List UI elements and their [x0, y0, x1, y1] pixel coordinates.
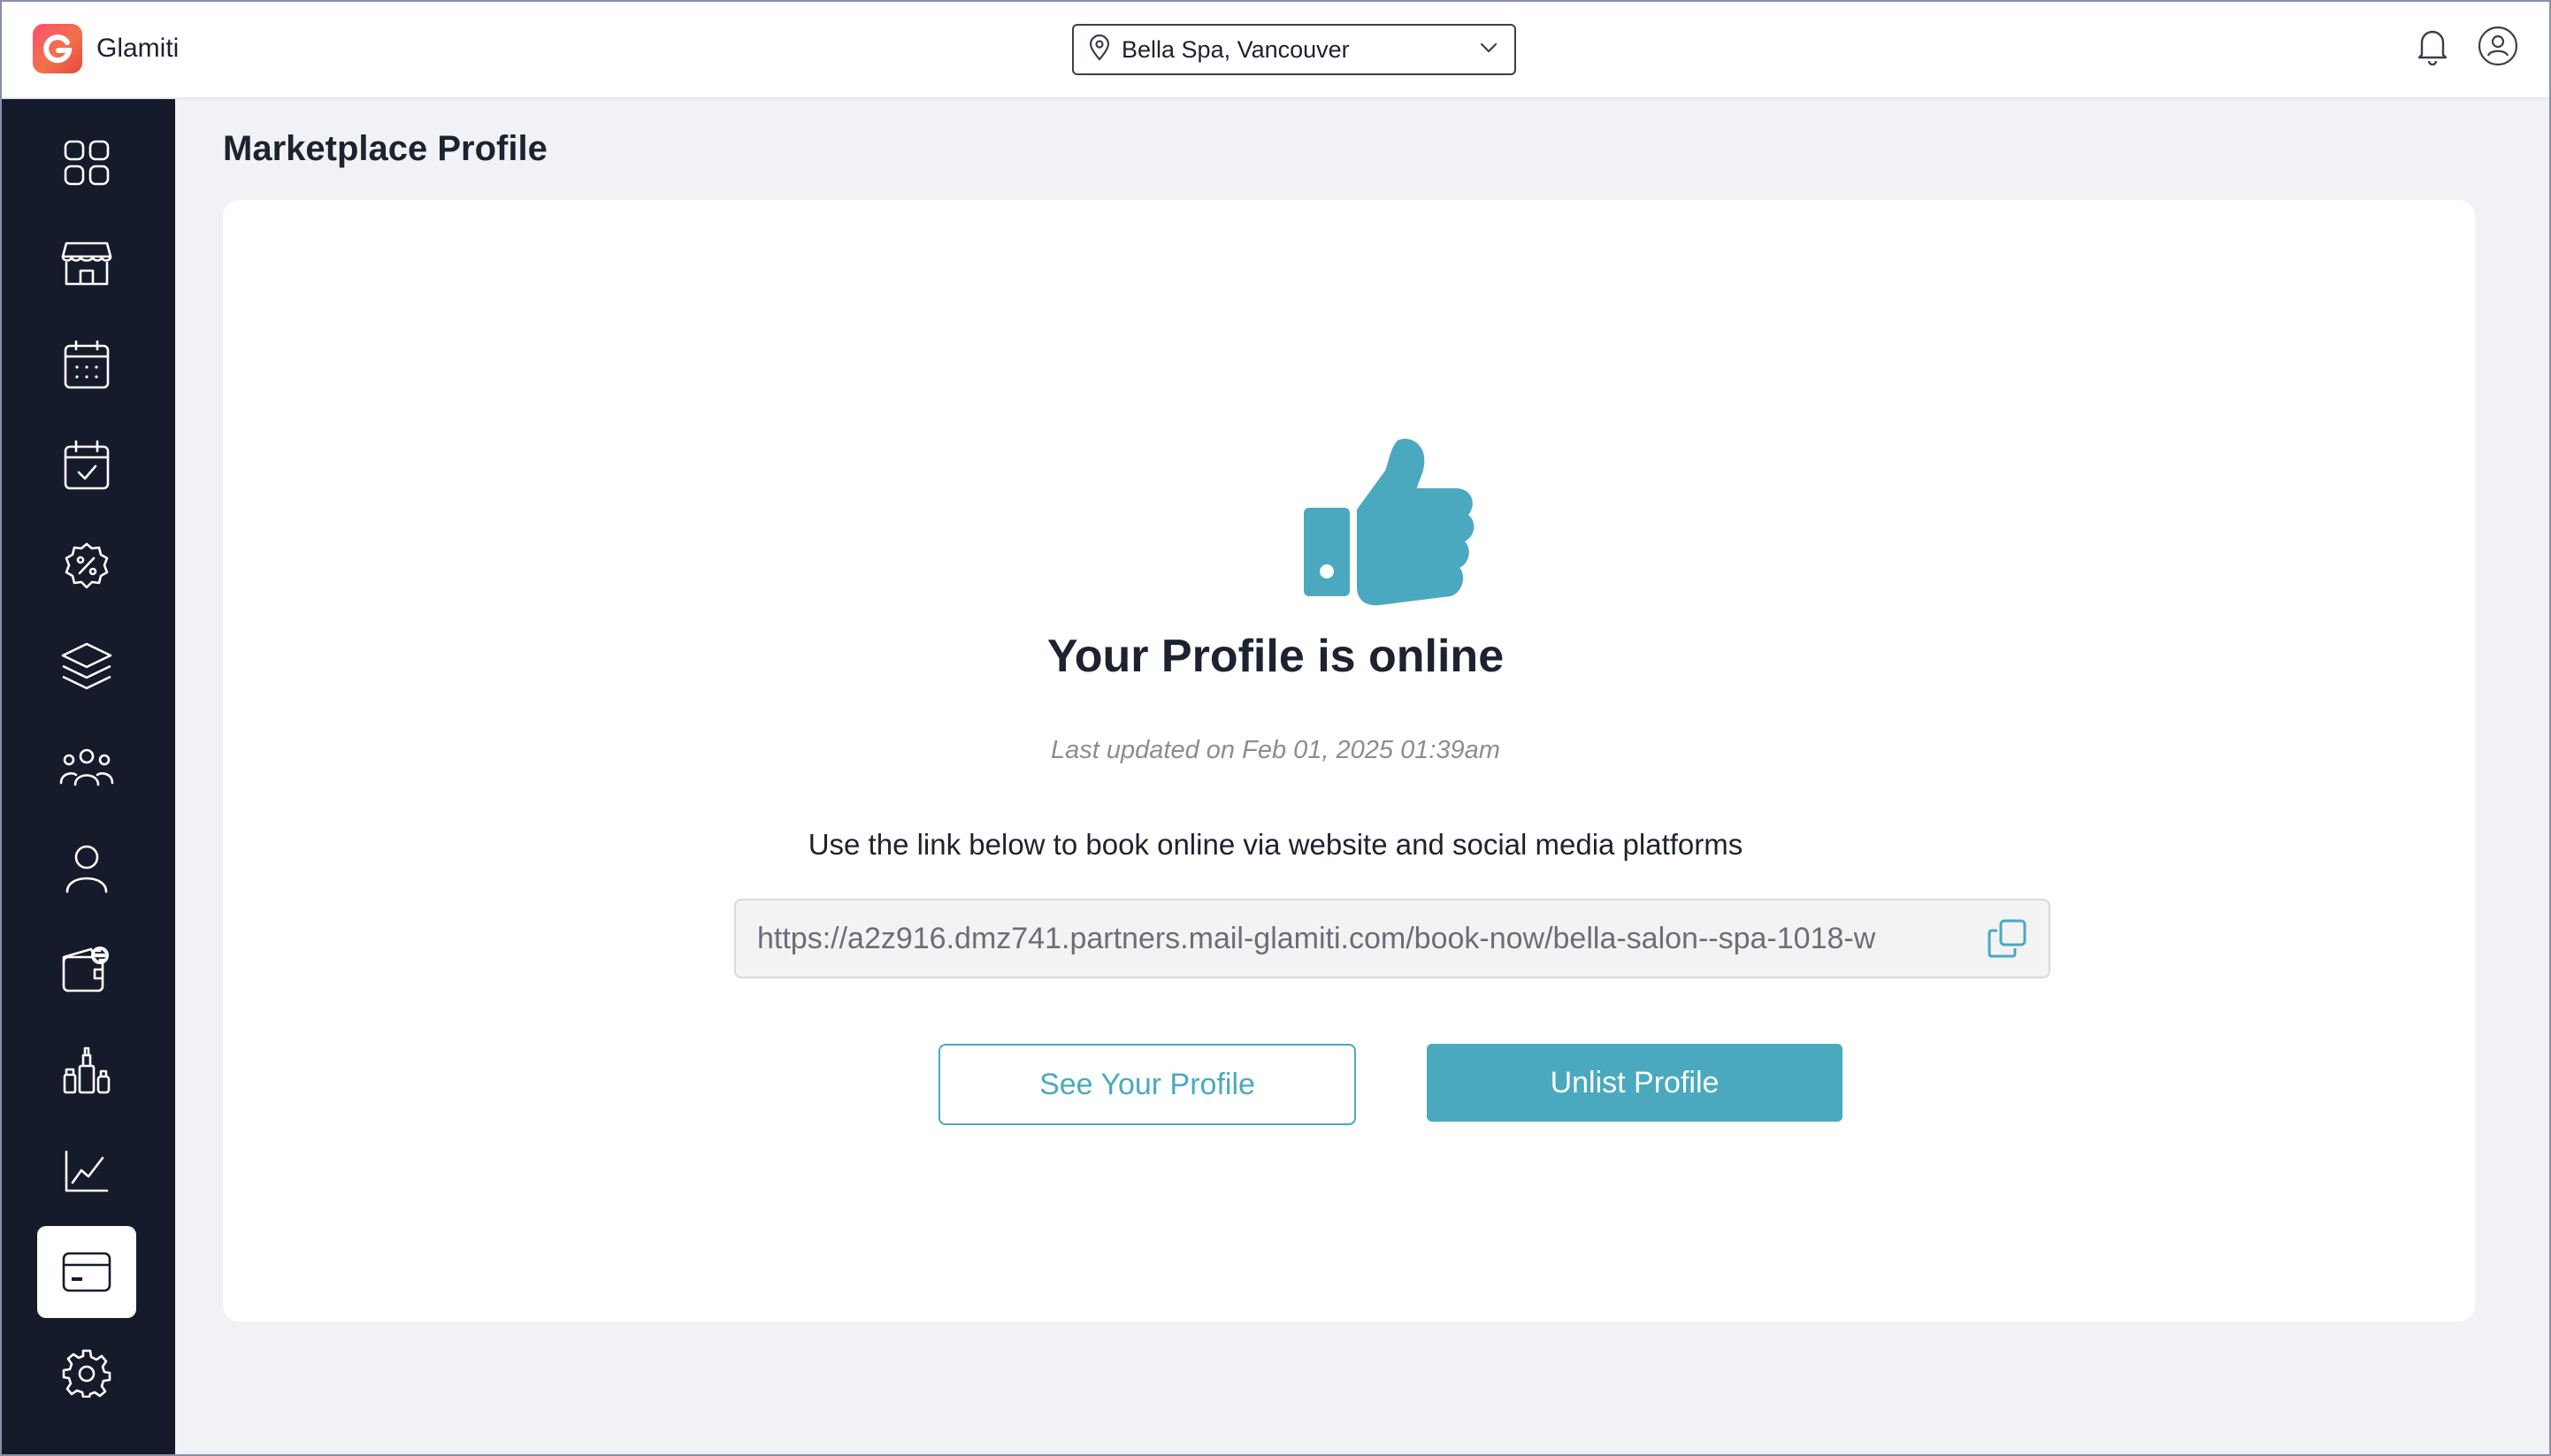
- sidebar-item-calendar[interactable]: [37, 318, 136, 410]
- card-icon: [62, 1252, 111, 1292]
- sidebar-item-products[interactable]: [37, 1024, 136, 1116]
- line-chart-icon: [65, 1150, 109, 1192]
- sidebar-item-settings[interactable]: [37, 1327, 136, 1419]
- store-icon: [61, 241, 112, 286]
- thumbs-up-icon: [1300, 437, 1477, 615]
- calendar-check-icon: [64, 440, 110, 490]
- last-updated-text: Last updated on Feb 01, 2025 01:39am: [1051, 736, 1500, 764]
- products-icon: [63, 1046, 111, 1094]
- account-avatar-icon[interactable]: [2477, 25, 2519, 67]
- top-bar: Glamiti Bella Spa, Vancouver: [0, 0, 2551, 99]
- discount-badge-icon: [65, 542, 109, 589]
- sidebar-item-dashboard[interactable]: [37, 117, 136, 209]
- booking-instruction-text: Use the link below to book online via we…: [808, 828, 1743, 861]
- page-title: Marketplace Profile: [223, 129, 548, 168]
- glamiti-logo: [33, 24, 82, 73]
- bell-icon[interactable]: [2415, 27, 2450, 65]
- sidebar-item-appointments[interactable]: [37, 419, 136, 511]
- gear-icon: [62, 1349, 111, 1398]
- map-pin-icon: [1088, 34, 1111, 65]
- profile-url-field[interactable]: https://a2z916.dmz741.partners.mail-glam…: [734, 899, 2050, 978]
- grid-icon: [64, 140, 110, 186]
- calendar-icon: [64, 341, 110, 389]
- profile-status-headline: Your Profile is online: [1046, 631, 1505, 682]
- sidebar-item-reports[interactable]: [37, 1125, 136, 1217]
- chevron-down-icon: [1479, 42, 1498, 58]
- location-label: Bella Spa, Vancouver: [1122, 35, 1350, 63]
- sidebar-item-wallet[interactable]: [37, 923, 136, 1015]
- brand[interactable]: Glamiti: [33, 24, 179, 73]
- wallet-icon: [62, 946, 109, 992]
- sidebar-item-discounts[interactable]: [37, 520, 136, 612]
- sidebar-item-store[interactable]: [37, 218, 136, 310]
- brand-name: Glamiti: [96, 34, 180, 63]
- see-your-profile-button[interactable]: See Your Profile: [938, 1044, 1356, 1125]
- profile-url-text[interactable]: https://a2z916.dmz741.partners.mail-glam…: [757, 922, 1978, 956]
- sidebar-item-marketplace[interactable]: [37, 1226, 136, 1318]
- unlist-profile-button[interactable]: Unlist Profile: [1427, 1044, 1842, 1122]
- location-selector[interactable]: Bella Spa, Vancouver: [1072, 24, 1516, 75]
- copy-icon[interactable]: [1987, 918, 2027, 959]
